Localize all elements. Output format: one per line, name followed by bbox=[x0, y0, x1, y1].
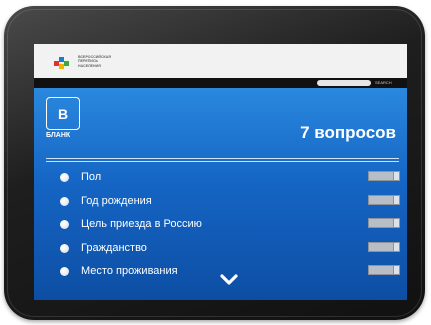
divider bbox=[46, 161, 399, 162]
question-row[interactable]: Цель приезда в Россию bbox=[34, 214, 407, 238]
form-panel: B БЛАНК 7 вопросов Пол Год рождения Цель… bbox=[34, 88, 407, 300]
answer-select[interactable] bbox=[368, 265, 400, 275]
question-label: Гражданство bbox=[81, 241, 147, 254]
bullet-icon bbox=[60, 243, 69, 253]
answer-select[interactable] bbox=[368, 218, 400, 228]
question-label: Пол bbox=[81, 171, 102, 183]
question-row[interactable]: Пол bbox=[34, 167, 407, 191]
bullet-icon bbox=[60, 220, 69, 229]
answer-select[interactable] bbox=[368, 241, 400, 252]
divider bbox=[46, 158, 399, 159]
question-label: Место проживания bbox=[81, 265, 178, 277]
screen: ВСЕРОССИЙСКАЯ ПЕРЕПИСЬ НАСЕЛЕНИЯ SEARCH … bbox=[34, 44, 407, 300]
answer-select[interactable] bbox=[368, 194, 400, 205]
search-bar: SEARCH bbox=[34, 78, 407, 88]
bullet-icon bbox=[60, 173, 69, 182]
bullet-icon bbox=[60, 267, 69, 276]
answer-select[interactable] bbox=[368, 171, 400, 181]
chevron-down-icon[interactable] bbox=[219, 273, 239, 287]
question-row[interactable]: Гражданство bbox=[34, 238, 407, 262]
tablet-frame: ВСЕРОССИЙСКАЯ ПЕРЕПИСЬ НАСЕЛЕНИЯ SEARCH … bbox=[4, 6, 425, 320]
form-card-letter: B bbox=[57, 105, 69, 122]
search-input[interactable] bbox=[317, 80, 371, 86]
search-button[interactable]: SEARCH bbox=[375, 80, 392, 86]
census-logo-icon bbox=[54, 57, 74, 69]
header-bar: ВСЕРОССИЙСКАЯ ПЕРЕПИСЬ НАСЕЛЕНИЯ bbox=[34, 44, 407, 78]
question-label: Цель приезда в Россию bbox=[81, 218, 202, 230]
question-label: Год рождения bbox=[81, 194, 152, 207]
question-row[interactable]: Год рождения bbox=[34, 191, 407, 215]
form-card-label: БЛАНК bbox=[46, 132, 71, 139]
question-list: Пол Год рождения Цель приезда в Россию Г… bbox=[34, 167, 407, 285]
bullet-icon bbox=[60, 196, 69, 206]
questions-count: 7 вопросов bbox=[300, 123, 396, 142]
form-card-icon[interactable]: B bbox=[46, 97, 80, 130]
logo-text: ВСЕРОССИЙСКАЯ ПЕРЕПИСЬ НАСЕЛЕНИЯ bbox=[78, 55, 111, 68]
